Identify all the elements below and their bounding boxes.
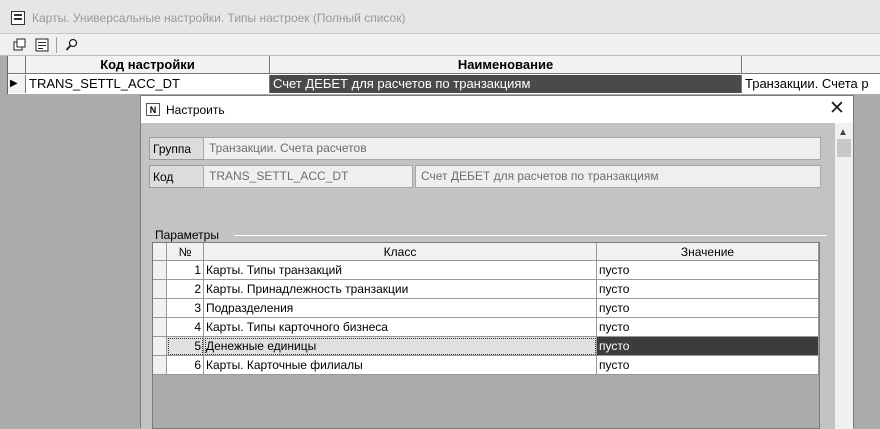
- param-class[interactable]: Карты. Типы транзакций: [204, 261, 597, 280]
- dialog-titlebar: N Настроить ✕: [141, 96, 853, 123]
- param-num: 5: [167, 337, 204, 356]
- dialog-body: Группа Транзакции. Счета расчетов Код TR…: [141, 123, 835, 429]
- row-indicator[interactable]: [153, 261, 167, 280]
- scroll-thumb[interactable]: [837, 139, 851, 157]
- params-row[interactable]: 4 Карты. Типы карточного бизнеса пусто: [153, 318, 819, 337]
- close-icon[interactable]: ✕: [825, 99, 849, 121]
- settings-grid: Код настройки Наименование ▶ TRANS_SETTL…: [7, 56, 880, 94]
- group-field[interactable]: Транзакции. Счета расчетов: [203, 137, 821, 160]
- toolbar: [0, 34, 880, 56]
- code-label: Код: [149, 165, 203, 188]
- toolbar-separator: [56, 37, 57, 53]
- dialog-title: Настроить: [166, 103, 225, 117]
- param-num: 2: [167, 280, 204, 299]
- grid-header-name[interactable]: Наименование: [270, 56, 742, 74]
- grid-indicator-header: [8, 56, 26, 74]
- param-value[interactable]: пусто: [597, 280, 819, 299]
- params-group-label: Параметры: [155, 228, 219, 242]
- param-class[interactable]: Карты. Карточные филиалы: [204, 356, 597, 375]
- group-label: Группа: [149, 137, 203, 160]
- param-class[interactable]: Денежные единицы: [204, 337, 597, 356]
- param-class[interactable]: Карты. Типы карточного бизнеса: [204, 318, 597, 337]
- row-indicator[interactable]: [153, 356, 167, 375]
- params-group-divider: [234, 235, 827, 236]
- param-class[interactable]: Подразделения: [204, 299, 597, 318]
- params-header-value[interactable]: Значение: [597, 243, 819, 261]
- dialog-scrollbar[interactable]: ▲: [835, 123, 853, 429]
- param-num: 6: [167, 356, 204, 375]
- params-row[interactable]: 2 Карты. Принадлежность транзакции пусто: [153, 280, 819, 299]
- param-num: 3: [167, 299, 204, 318]
- window-title: Карты. Универсальные настройки. Типы нас…: [32, 11, 406, 25]
- params-row[interactable]: 6 Карты. Карточные филиалы пусто: [153, 356, 819, 375]
- params-table: № Класс Значение 1 Карты. Типы транзакци…: [152, 242, 820, 429]
- param-value[interactable]: пусто: [597, 261, 819, 280]
- param-num: 1: [167, 261, 204, 280]
- row-indicator[interactable]: [153, 337, 167, 356]
- configure-dialog: N Настроить ✕ Группа Транзакции. Счета р…: [140, 95, 854, 429]
- params-header-num[interactable]: №: [167, 243, 204, 261]
- param-class[interactable]: Карты. Принадлежность транзакции: [204, 280, 597, 299]
- row-indicator[interactable]: [153, 318, 167, 337]
- params-row[interactable]: 1 Карты. Типы транзакций пусто: [153, 261, 819, 280]
- param-value[interactable]: пусто: [597, 356, 819, 375]
- param-value[interactable]: пусто: [597, 299, 819, 318]
- scroll-up-icon[interactable]: ▲: [838, 127, 848, 138]
- search-icon[interactable]: [62, 36, 82, 54]
- grid-cell-code[interactable]: TRANS_SETTL_ACC_DT: [26, 75, 270, 93]
- copy-icon[interactable]: [10, 36, 30, 54]
- params-header-class[interactable]: Класс: [204, 243, 597, 261]
- params-row-selected[interactable]: 5 Денежные единицы пусто: [153, 337, 819, 356]
- window-titlebar: Карты. Универсальные настройки. Типы нас…: [0, 0, 880, 34]
- row-indicator[interactable]: ▶: [8, 75, 26, 93]
- grid-cell-name[interactable]: Счет ДЕБЕТ для расчетов по транзакциям: [270, 75, 742, 93]
- params-row[interactable]: 3 Подразделения пусто: [153, 299, 819, 318]
- param-num: 4: [167, 318, 204, 337]
- code-name-field[interactable]: Счет ДЕБЕТ для расчетов по транзакциям: [415, 165, 821, 188]
- app-icon: [11, 11, 25, 25]
- row-indicator[interactable]: [153, 280, 167, 299]
- grid-header-code[interactable]: Код настройки: [26, 56, 270, 74]
- params-indicator-header: [153, 243, 167, 261]
- param-value[interactable]: пусто: [597, 337, 819, 356]
- row-indicator[interactable]: [153, 299, 167, 318]
- form-icon[interactable]: [32, 36, 52, 54]
- param-value[interactable]: пусто: [597, 318, 819, 337]
- grid-cell-group[interactable]: Транзакции. Счета р: [742, 75, 880, 93]
- dialog-app-icon: N: [146, 103, 160, 116]
- grid-header-group[interactable]: [742, 56, 880, 74]
- code-field[interactable]: TRANS_SETTL_ACC_DT: [203, 165, 413, 188]
